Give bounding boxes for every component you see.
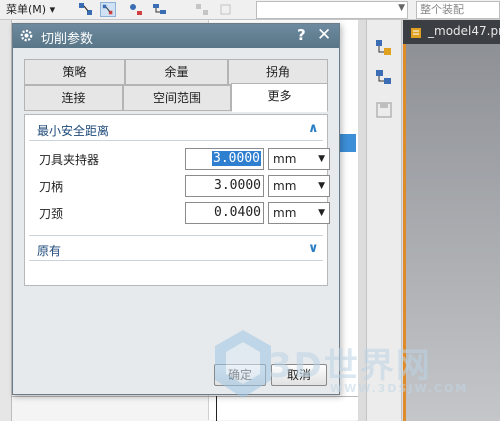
tool-view-icon[interactable] [374,38,394,58]
shank-clearance-label: 刀柄 [39,180,64,194]
help-button[interactable]: ? [297,26,306,44]
dialog-title: 切削参数 [41,32,94,47]
cutting-parameters-dialog: 切削参数 ? ✕ 策略 余量 拐角 连接 空间范围 更多 最小安全距离 ∧ 刀具… [12,23,340,395]
tab-connections[interactable]: 连接 [24,85,123,111]
top-toolbar: 菜单(M) ▾ ▼ 整个装配 [0,0,500,20]
disabled-tool-icon [196,4,208,15]
disabled-tool-icon-2 [220,4,231,15]
section-divider [29,235,323,236]
tab-content-more: 最小安全距离 ∧ 刀具夹持器 3.0000 mm ▼ 刀柄 3.0000 mm … [24,114,330,286]
section-divider [29,140,323,141]
holder-clearance-input[interactable]: 3.0000 [185,148,264,170]
section-divider [29,260,323,261]
holder-clearance-unit-select[interactable]: mm ▼ [268,148,330,170]
select-filter-icon[interactable] [78,2,94,17]
chevron-up-icon[interactable]: ∧ [308,121,319,136]
close-button[interactable]: ✕ [317,25,331,45]
left-resource-strip [0,20,12,421]
chevron-down-icon: ▼ [398,3,405,13]
holder-clearance-label: 刀具夹持器 [39,153,100,167]
holder-clearance-value: 3.0000 [212,151,261,166]
neck-clearance-input[interactable]: 0.0400 [185,202,264,224]
tab-corners[interactable]: 拐角 [228,59,328,85]
chevron-down-icon: ▼ [318,181,325,191]
chevron-down-icon: ▼ [318,154,325,164]
shank-clearance-input[interactable]: 3.0000 [185,175,264,197]
scope-dropdown[interactable]: 整个装配 [416,1,500,19]
resource-bar [366,20,402,421]
ok-button[interactable]: 确定 [214,364,266,386]
menu-label: 菜单(M) [6,3,47,16]
geometry-view-icon[interactable] [374,68,394,88]
neck-clearance-label: 刀颈 [39,207,64,221]
tab-containment[interactable]: 空间范围 [123,85,231,111]
gear-icon [20,29,33,42]
dialog-title-bar[interactable]: 切削参数 ? ✕ [13,24,339,48]
shank-clearance-unit-select[interactable]: mm ▼ [268,175,330,197]
holder-clearance-unit: mm [273,152,297,166]
legacy-header[interactable]: 原有 ∨ [25,239,327,261]
chevron-down-icon: ▾ [49,3,56,16]
chevron-down-icon[interactable]: ∨ [308,241,319,256]
assembly-filter-icon[interactable] [152,2,168,17]
selection-mode-icon[interactable] [100,2,116,17]
shank-clearance-unit: mm [273,179,297,193]
cancel-button[interactable]: 取消 [271,364,327,386]
neck-clearance-unit: mm [273,206,297,220]
graphics-viewport[interactable] [403,20,500,421]
save-icon[interactable] [374,100,394,120]
tab-more[interactable]: 更多 [231,83,328,112]
type-filter-dropdown[interactable]: ▼ [256,1,408,19]
min-clearance-title: 最小安全距离 [37,124,110,138]
min-clearance-header[interactable]: 最小安全距离 ∧ [25,119,327,141]
navigator-column-divider [216,396,217,421]
snap-point-icon[interactable] [128,2,144,17]
navigator-divider [12,396,358,397]
navigator-selected-row[interactable] [338,134,356,152]
neck-clearance-unit-select[interactable]: mm ▼ [268,202,330,224]
legacy-title: 原有 [37,244,62,258]
tab-stock[interactable]: 余量 [125,59,228,85]
chevron-down-icon: ▼ [318,208,325,218]
tab-strategy[interactable]: 策略 [24,59,125,85]
part-file-icon [411,28,421,38]
menu-button[interactable]: 菜单(M) ▾ [2,1,59,18]
graphics-tab-label[interactable]: _model47.pr [428,24,500,38]
